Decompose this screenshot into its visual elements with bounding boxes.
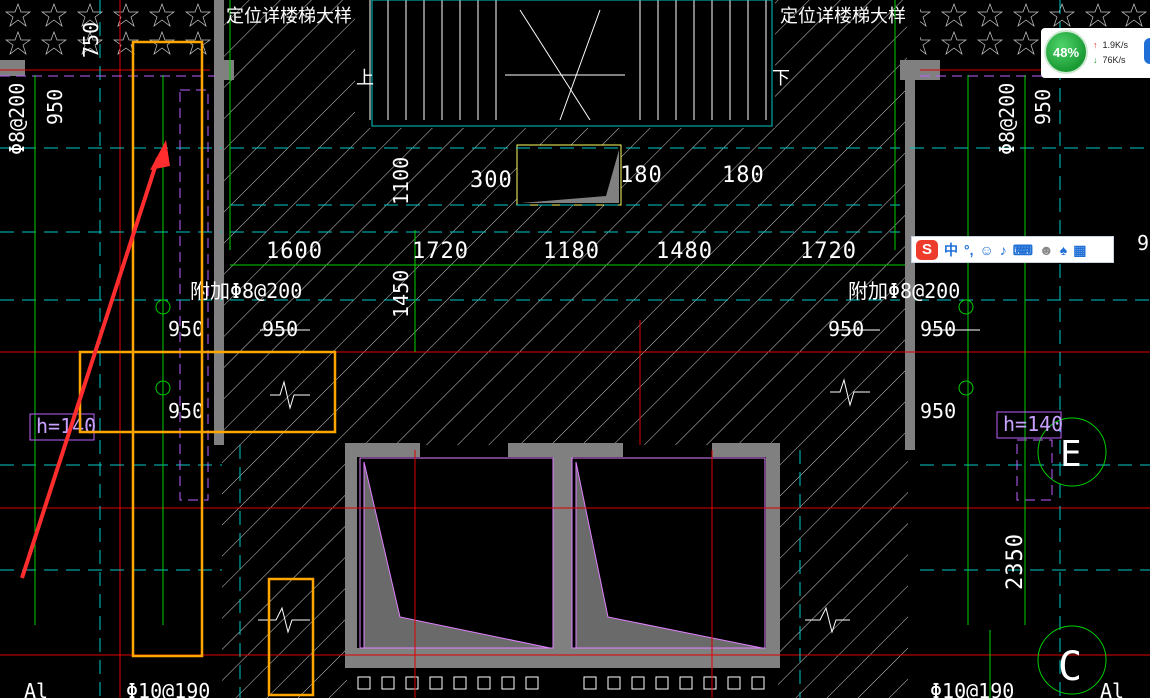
hatched-lower-right — [778, 445, 908, 698]
dim-950-d: 950 — [920, 317, 956, 341]
user-icon[interactable]: ☻ — [1039, 243, 1054, 257]
step-dim-300: 300 — [470, 168, 513, 193]
stair-down-mark: 下 — [772, 68, 790, 89]
step-dim-180-a: 180 — [620, 163, 663, 188]
dim-950-left-vertical: 950 — [43, 89, 67, 125]
mic-icon[interactable]: ♪ — [1000, 243, 1007, 257]
keyboard-icon[interactable]: ⌨ — [1013, 243, 1033, 257]
ime-toolbar[interactable]: S 中 °, ☺ ♪ ⌨ ☻ ♠ ▦ — [911, 236, 1114, 263]
ime-mode-toggle[interactable]: 中 — [944, 243, 958, 257]
ime-punctuation-toggle[interactable]: °, — [964, 243, 974, 257]
bottom-rebar-right: Φ10@190 — [930, 679, 1014, 698]
widget-edge-handle[interactable] — [1144, 38, 1150, 64]
upload-speed: ↑ 1.9K/s — [1093, 40, 1128, 50]
bottom-rebar-left: Φ10@190 — [126, 679, 210, 698]
pattern-fill-top-left — [0, 0, 215, 58]
sogou-logo-icon[interactable]: S — [916, 239, 938, 260]
step-dim-180-b: 180 — [722, 163, 765, 188]
smile-icon[interactable]: ☺ — [980, 243, 994, 257]
stair-up-mark: 上 — [356, 68, 374, 89]
span-dim-3: 1180 — [543, 239, 600, 264]
stair-detail-title-right: 定位详楼梯大样 — [780, 6, 906, 27]
red-arrow-annotation — [20, 140, 170, 579]
rebar-label-left: Φ8@200 — [5, 83, 29, 155]
bottom-squares — [357, 676, 765, 690]
upload-arrow-icon: ↑ — [1093, 40, 1098, 50]
span-dim-1: 1600 — [266, 239, 323, 264]
cpu-usage-badge[interactable]: 48% — [1044, 30, 1088, 74]
dim-1100: 1100 — [389, 157, 413, 205]
dim-2350: 2350 — [1003, 533, 1028, 590]
dim-edge-right: 98 — [1137, 231, 1150, 255]
dim-950-a: 950 — [168, 317, 204, 341]
download-speed-value: 76K/s — [1102, 55, 1126, 65]
opening-box — [516, 144, 622, 206]
highlight-box-tall — [131, 40, 204, 658]
span-dim-5: 1720 — [800, 239, 857, 264]
rebar-label-right: Φ8@200 — [995, 83, 1019, 155]
extra-rebar-label-left: 附加Φ8@200 — [190, 279, 302, 303]
upload-speed-value: 1.9K/s — [1102, 40, 1129, 50]
thickness-tag-right: h=140 — [1003, 412, 1063, 436]
shirt-icon[interactable]: ♠ — [1060, 243, 1067, 257]
network-monitor-widget[interactable]: 48% ↑ 1.9K/s ↓ 76K/s — [1041, 28, 1150, 78]
thickness-tag-left: h=140 — [36, 414, 96, 438]
dim-950-e: 950 — [168, 399, 204, 423]
hatched-lower-left — [222, 445, 347, 698]
dim-1450: 1450 — [389, 270, 413, 318]
stair-detail-title-left: 定位详楼梯大样 — [226, 6, 352, 27]
axis-label-e: E — [1060, 434, 1082, 475]
bottom-label-right: Al — [1100, 679, 1124, 698]
dim-750: 750 — [79, 22, 103, 58]
span-dim-2: 1720 — [412, 239, 469, 264]
dim-950-right-vertical: 950 — [1031, 89, 1055, 125]
bottom-label-left: Al — [24, 679, 48, 698]
dim-950-b: 950 — [262, 317, 298, 341]
cad-drawing-canvas[interactable]: 定位详楼梯大样 定位详楼梯大样 上 下 750 950 950 1100 Φ8@… — [0, 0, 1150, 698]
download-speed: ↓ 76K/s — [1093, 55, 1126, 65]
dim-950-c: 950 — [828, 317, 864, 341]
axis-label-c: C — [1058, 644, 1082, 690]
extra-rebar-label-right: 附加Φ8@200 — [848, 279, 960, 303]
download-arrow-icon: ↓ — [1093, 55, 1098, 65]
dim-950-f: 950 — [920, 399, 956, 423]
span-dim-4: 1480 — [656, 239, 713, 264]
grid-icon[interactable]: ▦ — [1073, 243, 1086, 257]
